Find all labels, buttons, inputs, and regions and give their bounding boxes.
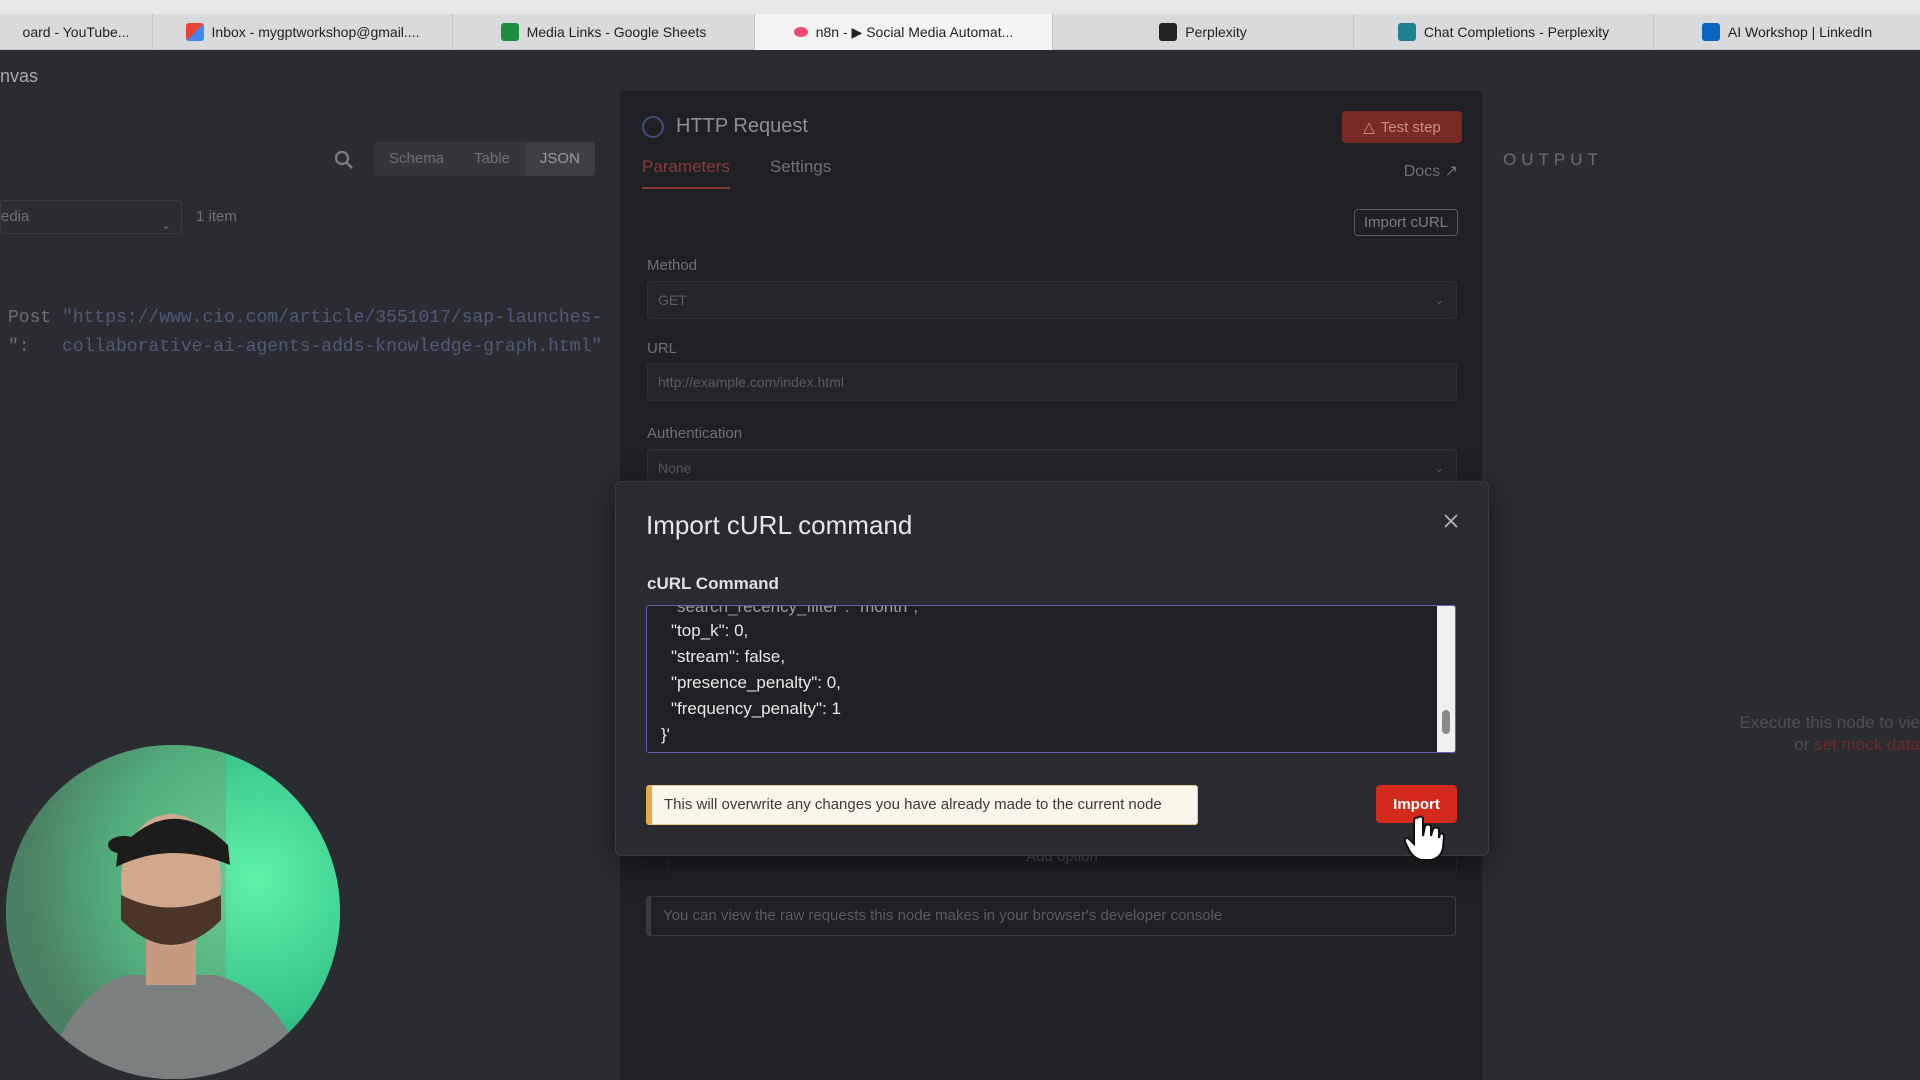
code-line: }' (661, 725, 670, 744)
external-link-icon: ↗ (1444, 163, 1458, 180)
modal-title: Import cURL command (646, 510, 913, 540)
code-line: "top_k": 0, (671, 621, 749, 640)
tab-label: n8n - ▶ Social Media Automat... (815, 23, 1014, 40)
tab-settings[interactable]: Settings (770, 157, 831, 189)
json-string: collaborative-ai-agents-adds-knowledge-g… (51, 337, 603, 357)
scrollbar-thumb[interactable] (1442, 710, 1450, 734)
view-mode-tabs: Schema Table JSON (374, 142, 595, 176)
json-string: "https://www.cio.com/article/3551017/sap… (62, 308, 603, 328)
code-line: "search_recency_filter": "month", (671, 605, 919, 616)
search-icon[interactable] (334, 150, 354, 170)
perplexity-docs-icon (1397, 23, 1416, 41)
presenter-video-image (6, 745, 340, 1079)
tab-label: Perplexity (1185, 24, 1247, 40)
tab-linkedin[interactable]: AI Workshop | LinkedIn (1654, 14, 1920, 50)
code-line: "frequency_penalty": 1 (671, 699, 841, 718)
tab-chat-completions[interactable]: Chat Completions - Perplexity (1354, 14, 1654, 50)
node-title: HTTP Request (642, 115, 808, 138)
code-line: "stream": false, (671, 647, 786, 666)
hand-cursor-icon (1403, 815, 1445, 861)
tab-gmail[interactable]: Inbox - mygptworkshop@gmail.... (153, 14, 453, 50)
input-node-select[interactable]: edia ⌄ (0, 200, 182, 234)
chevron-down-icon: ⌄ (1433, 293, 1444, 307)
authentication-label: Authentication (647, 425, 743, 442)
tab-label: Chat Completions - Perplexity (1423, 24, 1610, 40)
node-title-text[interactable]: HTTP Request (676, 115, 808, 138)
sheets-icon (500, 23, 519, 41)
output-hint-line: Execute this node to vie (1739, 713, 1920, 732)
textarea-scrollbar[interactable] (1437, 606, 1455, 752)
authentication-value: None (658, 460, 692, 476)
url-placeholder: http://example.com/index.html (658, 374, 844, 390)
output-hint: Execute this node to vie or set mock dat… (1727, 712, 1920, 756)
method-label: Method (647, 257, 698, 274)
output-panel-label: OUTPUT (1503, 150, 1603, 169)
tab-label: Inbox - mygptworkshop@gmail.... (211, 24, 420, 40)
import-curl-button[interactable]: Import cURL (1353, 209, 1458, 236)
tab-n8n[interactable]: n8n - ▶ Social Media Automat... (755, 14, 1053, 50)
tab-google-sheets[interactable]: Media Links - Google Sheets (453, 14, 755, 50)
perplexity-icon (1159, 23, 1178, 41)
chevron-down-icon: ⌄ (160, 218, 171, 232)
tab-label: AI Workshop | LinkedIn (1727, 24, 1873, 40)
console-info-note: You can view the raw requests this node … (646, 896, 1456, 936)
browser-tab-bar: oard - YouTube... Inbox - mygptworkshop@… (0, 14, 1920, 50)
json-output-line: Post "https://www.cio.com/article/355101… (8, 308, 602, 328)
close-icon[interactable] (1442, 512, 1460, 530)
test-step-button[interactable]: △ Test step (1342, 111, 1462, 143)
webcam-overlay (6, 745, 340, 1079)
tab-label: Media Links - Google Sheets (526, 24, 707, 40)
tab-youtube[interactable]: oard - YouTube... (0, 14, 153, 50)
import-curl-modal: Import cURL command cURL Command "search… (615, 481, 1489, 856)
node-select-value: edia (1, 208, 30, 225)
linkedin-icon (1701, 23, 1720, 41)
json-output-line: ": collaborative-ai-agents-adds-knowledg… (8, 337, 602, 357)
tab-perplexity[interactable]: Perplexity (1053, 14, 1354, 50)
tab-json[interactable]: JSON (524, 142, 595, 176)
tab-table[interactable]: Table (459, 142, 525, 176)
url-label: URL (647, 340, 678, 357)
overwrite-warning: This will overwrite any changes you have… (646, 785, 1198, 825)
method-select[interactable]: GET ⌄ (647, 281, 1457, 319)
tab-parameters[interactable]: Parameters (642, 157, 730, 189)
curl-command-textarea[interactable]: "search_recency_filter": "month", "top_k… (646, 605, 1456, 753)
set-mock-data-link[interactable]: set mock data (1814, 735, 1920, 754)
gmail-icon (185, 23, 204, 41)
n8n-icon (793, 27, 808, 37)
url-input[interactable]: http://example.com/index.html (647, 363, 1457, 401)
tab-label: oard - YouTube... (22, 24, 130, 40)
globe-icon (642, 115, 664, 138)
json-key: ": (8, 337, 52, 357)
json-key: Post (8, 308, 63, 328)
items-count: 1 item (196, 208, 237, 225)
node-tabs: Parameters Settings (642, 157, 831, 189)
browser-top-strip (0, 0, 1920, 14)
test-step-label: Test step (1380, 118, 1441, 136)
tab-schema[interactable]: Schema (374, 142, 459, 176)
output-hint-prefix: or (1794, 735, 1815, 754)
curl-command-label: cURL Command (647, 574, 779, 593)
docs-link[interactable]: Docs ↗ (1404, 161, 1458, 181)
code-line: "presence_penalty": 0, (671, 673, 841, 692)
back-to-canvas-link[interactable]: nvas (0, 66, 38, 87)
flask-icon: △ (1363, 119, 1375, 136)
docs-label: Docs (1403, 163, 1441, 180)
method-value: GET (658, 292, 687, 308)
